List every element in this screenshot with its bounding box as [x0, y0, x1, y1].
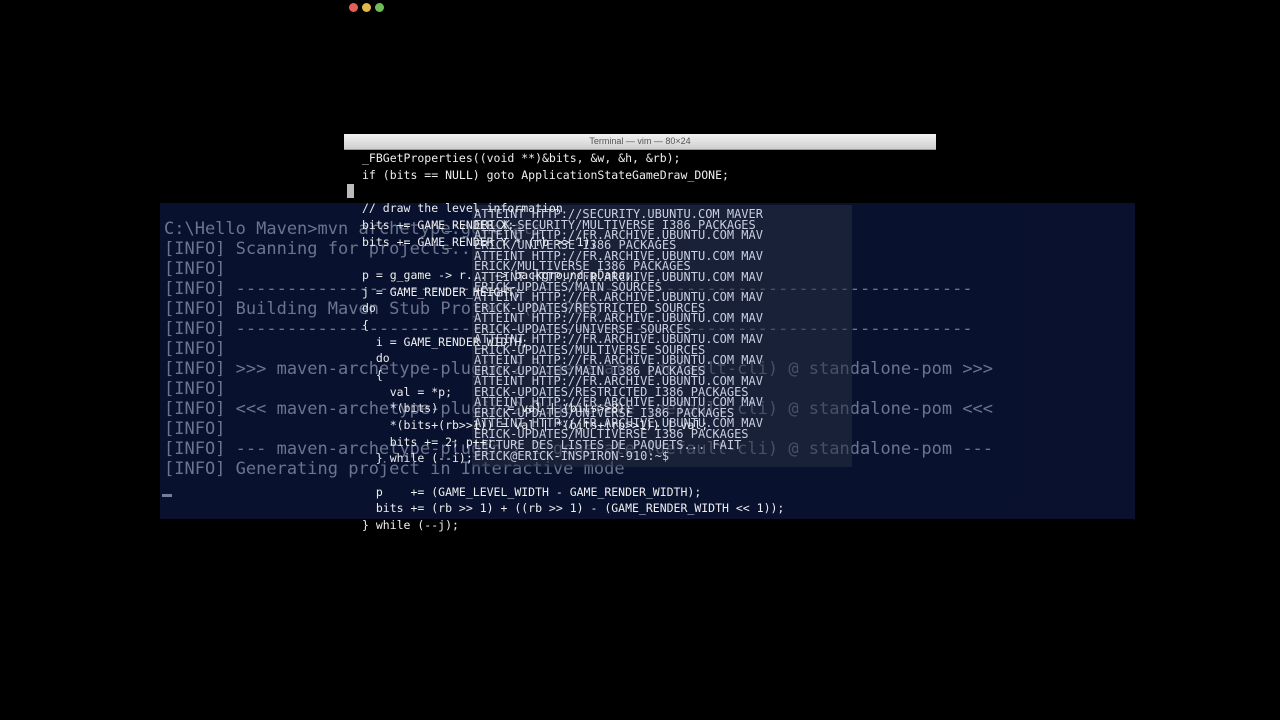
vim-line: {: [362, 368, 383, 382]
vim-line: p = g_game -> r... -> background.pData;: [362, 268, 633, 282]
close-button[interactable]: [349, 3, 358, 12]
cmd-cursor: [162, 494, 172, 497]
cmd-line: [INFO]: [164, 379, 226, 399]
vim-line: bits += 2; p++;: [362, 435, 494, 449]
vim-line: i = GAME_RENDER_WIDTH;: [362, 335, 529, 349]
apt-line: ERICK@ERICK-INSPIRON-910:~$: [474, 449, 670, 463]
vim-line: if (bits == NULL) goto ApplicationStateG…: [362, 168, 729, 182]
screen: C:\Hello Maven>mvn archetype:generate [I…: [0, 0, 1280, 720]
window-title: Terminal — vim — 80×24: [589, 136, 691, 146]
vim-line: bits += GAME_RENDER_Y * (rb >> 1);: [362, 235, 598, 249]
vim-line: *(bits) = val | (bits>>8);: [362, 401, 633, 415]
vim-line: // draw the level information: [362, 201, 563, 215]
vim-line: {: [362, 318, 369, 332]
vim-line: *(bits+(rb>>1)) = val | *(bits+(rb>>1)) …: [362, 418, 709, 432]
vim-line: } while (--i);: [362, 451, 473, 465]
vim-cursor: [347, 184, 354, 198]
cmd-line: [INFO]: [164, 259, 226, 279]
vim-line: val = *p;: [362, 385, 453, 399]
vim-line: do: [362, 301, 376, 315]
vim-line: _FBGetProperties((void **)&bits, &w, &h,…: [362, 151, 681, 165]
vim-line: bits += (rb >> 1) + ((rb >> 1) - (GAME_R…: [362, 501, 785, 515]
cmd-line: [INFO]: [164, 419, 226, 439]
terminal-title-bar[interactable]: Terminal — vim — 80×24: [344, 134, 936, 150]
vim-line: do: [362, 351, 390, 365]
minimize-button[interactable]: [362, 3, 371, 12]
vim-line: } while (--j);: [362, 518, 459, 532]
zoom-button[interactable]: [375, 3, 384, 12]
vim-line: p += (GAME_LEVEL_WIDTH - GAME_RENDER_WID…: [362, 485, 702, 499]
vim-line: j = GAME_RENDER_HEIGHT;: [362, 285, 522, 299]
vim-line: bits += GAME_RENDER_X;: [362, 218, 515, 232]
cmd-line: [INFO]: [164, 339, 226, 359]
